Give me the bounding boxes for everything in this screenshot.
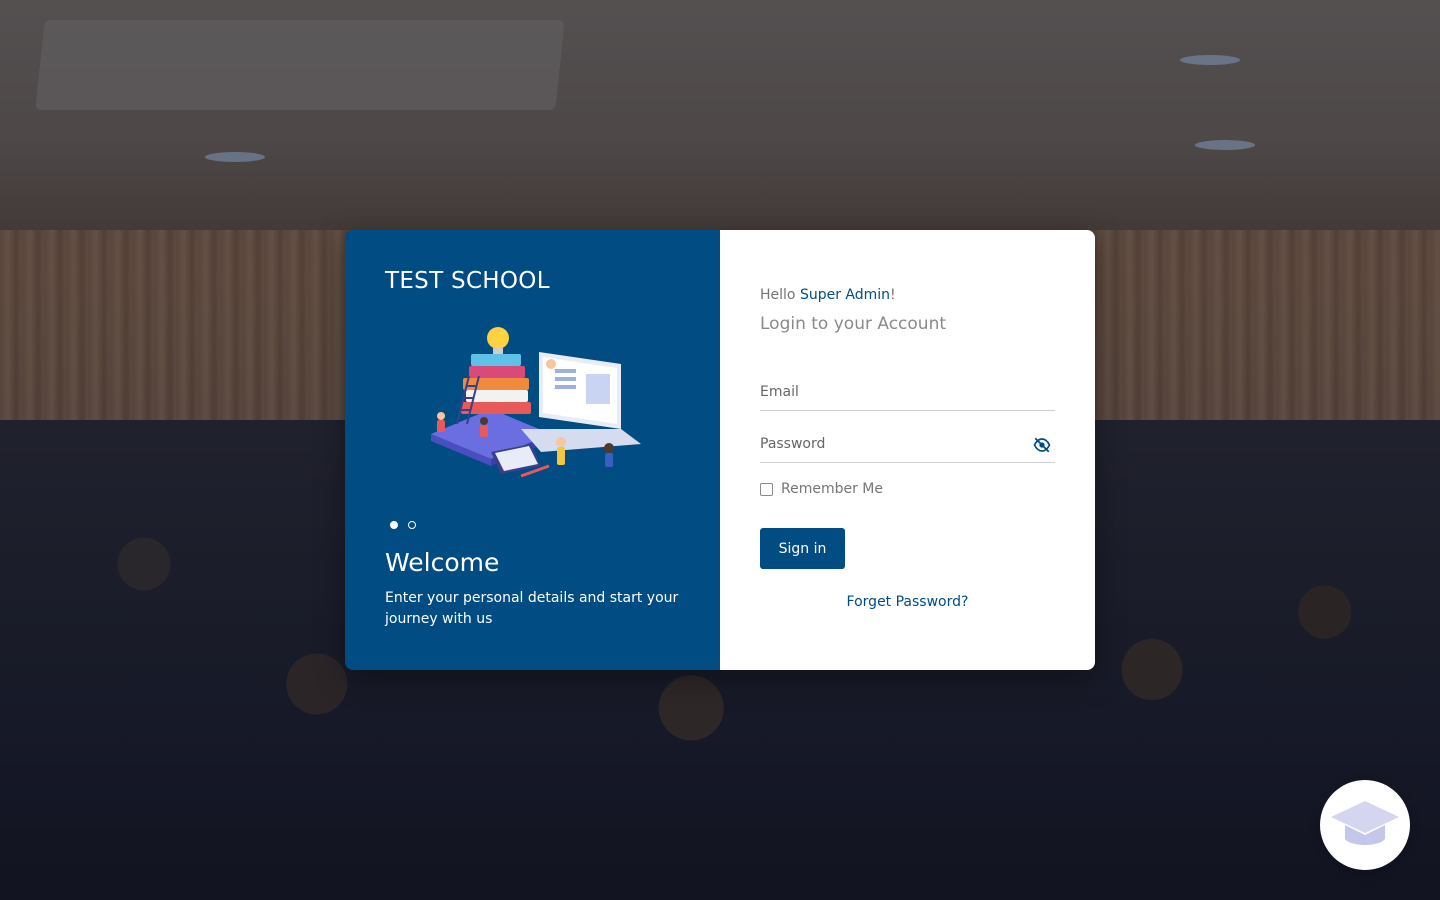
greeting: Hello Super Admin! [760,287,896,303]
carousel-dot-1[interactable] [390,521,398,529]
welcome-title: Welcome [385,548,500,577]
login-subtitle: Login to your Account [760,314,947,334]
eye-slash-icon[interactable] [1033,437,1051,453]
remember-me[interactable]: Remember Me [760,481,883,497]
sign-in-button[interactable]: Sign in [760,528,845,569]
carousel-dot-2[interactable] [408,521,416,529]
password-input[interactable] [760,427,1055,461]
welcome-panel: TEST SCHOOL Welcome Enter your personal … [345,230,720,670]
graduation-cap-icon [1331,801,1399,845]
forgot-password-link[interactable]: Forget Password? [760,594,1055,610]
greeting-prefix: Hello [760,287,800,303]
greeting-suffix: ! [890,287,896,303]
remember-me-label: Remember Me [781,481,883,497]
remember-me-checkbox[interactable] [760,482,773,496]
email-input[interactable] [760,375,1055,409]
greeting-user-name: Super Admin [799,287,891,303]
welcome-text: Enter your personal details and start yo… [385,590,679,627]
floating-help-button[interactable] [1320,780,1410,870]
school-name: TEST SCHOOL [385,268,550,294]
login-form-panel: Hello Super Admin! Login to your Account… [720,230,1095,670]
carousel-indicators [390,521,416,529]
login-card: TEST SCHOOL Welcome Enter your personal … [345,230,1095,670]
password-field-wrapper [760,427,1055,463]
email-field-wrapper [760,375,1055,411]
education-illustration [431,327,641,478]
